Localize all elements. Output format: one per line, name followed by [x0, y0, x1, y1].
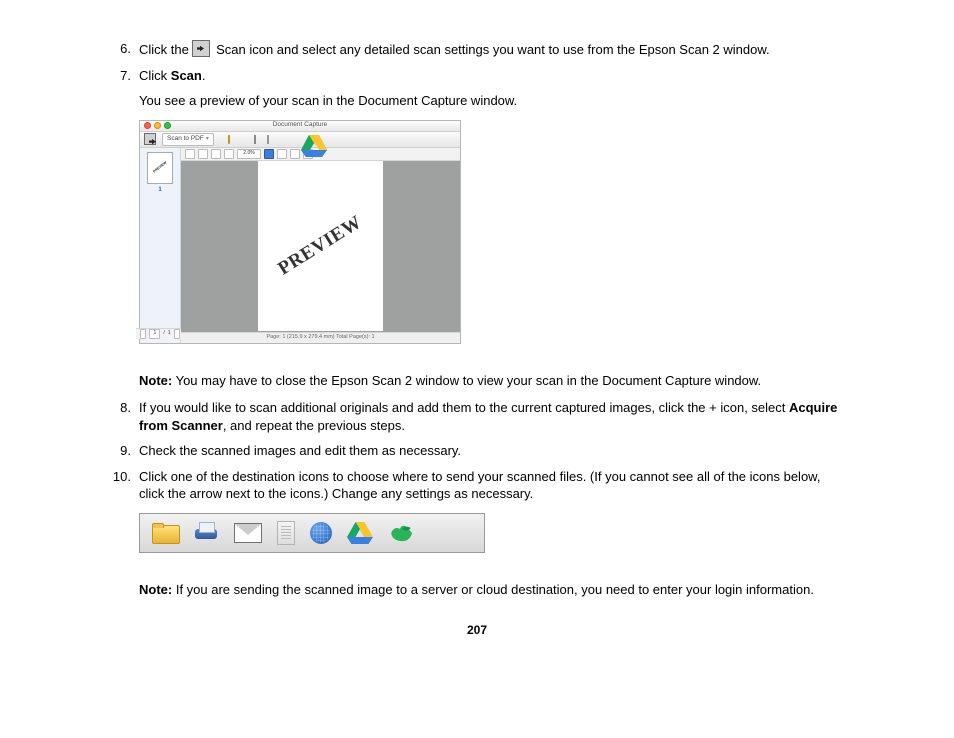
window-titlebar: Document Capture: [140, 121, 460, 132]
step-7-sub: You see a preview of your scan in the Do…: [139, 92, 847, 110]
preview-canvas: PREVIEW: [181, 161, 460, 332]
step-number: 10.: [107, 468, 131, 503]
step-8-post: , and repeat the previous steps.: [223, 418, 405, 433]
main-toolbar: Scan to PDF ▾: [140, 132, 460, 148]
note-2: Note: If you are sending the scanned ima…: [139, 581, 847, 599]
document-icon[interactable]: [277, 521, 295, 545]
step-7-pre: Click: [139, 68, 171, 83]
note-1: Note: You may have to close the Epson Sc…: [139, 372, 847, 390]
thumbnail-page-number: 1: [158, 186, 161, 194]
preview-watermark: PREVIEW: [274, 210, 368, 282]
note-text: If you are sending the scanned image to …: [172, 582, 814, 597]
chevron-down-icon: ▾: [206, 135, 209, 143]
folder-icon[interactable]: [228, 135, 230, 144]
fit-button[interactable]: [211, 149, 221, 159]
step-6-text: Click the Scan icon and select any detai…: [139, 40, 847, 59]
thumbnail-preview-text: PREVIEW: [152, 161, 168, 175]
note-text: You may have to close the Epson Scan 2 w…: [172, 373, 761, 388]
step-7-line: Click Scan.: [139, 68, 205, 83]
google-drive-icon[interactable]: [301, 135, 311, 144]
preview-page[interactable]: PREVIEW: [258, 161, 383, 331]
step-7-post: .: [202, 68, 206, 83]
step-number: 6.: [107, 40, 131, 59]
step-8-text: If you would like to scan additional ori…: [139, 399, 847, 434]
note-label: Note:: [139, 373, 172, 388]
zoom-out-button[interactable]: [198, 149, 208, 159]
document-icon[interactable]: [267, 135, 269, 144]
scan-to-dropdown[interactable]: Scan to PDF ▾: [162, 133, 214, 146]
folder-icon[interactable]: [152, 523, 178, 542]
step-9-text: Check the scanned images and edit them a…: [139, 442, 847, 460]
tool-button[interactable]: [290, 149, 300, 159]
step-8-pre: If you would like to scan additional ori…: [139, 400, 789, 415]
prev-button[interactable]: [140, 329, 146, 339]
note-label: Note:: [139, 582, 172, 597]
tool-button[interactable]: [277, 149, 287, 159]
scan-icon[interactable]: [144, 133, 156, 145]
step-6-pre: Click the: [139, 42, 192, 57]
thumbnail-sidebar: PREVIEW 1 1 / 1: [140, 148, 181, 343]
printer-icon[interactable]: [193, 522, 219, 544]
evernote-icon[interactable]: [388, 522, 414, 544]
step-number: 9.: [107, 442, 131, 460]
step-number: 8.: [107, 399, 131, 434]
page-input[interactable]: 1: [149, 329, 160, 339]
step-7-bold: Scan: [171, 68, 202, 83]
mail-icon[interactable]: [234, 523, 262, 543]
scan-icon: [192, 40, 210, 57]
thumbnail[interactable]: PREVIEW: [147, 152, 173, 184]
document-capture-window: Document Capture Scan to PDF ▾ PREVIEW 1: [139, 120, 461, 344]
zoom-in-button[interactable]: [185, 149, 195, 159]
step-6-post: Scan icon and select any detailed scan s…: [212, 42, 769, 57]
status-bar: Page: 1 (215.9 x 279.4 mm) Total Page(s)…: [181, 332, 460, 343]
step-10-text: Click one of the destination icons to ch…: [139, 468, 847, 503]
zoom-select[interactable]: 2.0%: [237, 149, 261, 159]
page-total: 1: [168, 330, 171, 337]
destination-toolbar: [139, 513, 485, 553]
google-drive-icon[interactable]: [347, 522, 373, 544]
window-title: Document Capture: [140, 121, 460, 130]
web-icon[interactable]: [310, 522, 332, 544]
next-button[interactable]: [174, 329, 180, 339]
edit-button[interactable]: [264, 149, 274, 159]
page-number: 207: [107, 622, 847, 638]
mail-icon[interactable]: [254, 135, 256, 144]
rotate-button[interactable]: [224, 149, 234, 159]
scan-to-label: Scan to PDF: [167, 135, 204, 144]
step-number: 7.: [107, 67, 131, 110]
